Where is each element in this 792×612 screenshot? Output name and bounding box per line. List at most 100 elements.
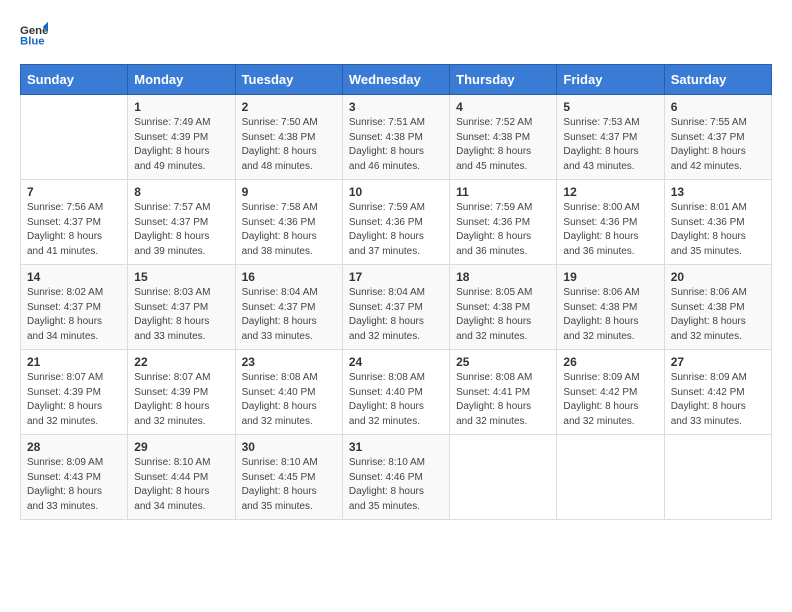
- day-info: Sunrise: 8:04 AM Sunset: 4:37 PM Dayligh…: [242, 286, 336, 344]
- day-info: Sunrise: 7:50 AM Sunset: 4:38 PM Dayligh…: [242, 116, 336, 174]
- day-info: Sunrise: 7:56 AM Sunset: 4:37 PM Dayligh…: [27, 201, 121, 259]
- day-number: 6: [671, 100, 765, 114]
- day-header-thursday: Thursday: [450, 65, 557, 95]
- day-header-tuesday: Tuesday: [235, 65, 342, 95]
- day-info: Sunrise: 8:08 AM Sunset: 4:40 PM Dayligh…: [242, 371, 336, 429]
- logo: General Blue: [20, 20, 52, 48]
- calendar-cell: 17 Sunrise: 8:04 AM Sunset: 4:37 PM Dayli…: [342, 265, 449, 350]
- day-number: 8: [134, 185, 228, 199]
- day-number: 9: [242, 185, 336, 199]
- day-number: 16: [242, 270, 336, 284]
- calendar-cell: 28 Sunrise: 8:09 AM Sunset: 4:43 PM Dayli…: [21, 435, 128, 520]
- calendar-cell: 18 Sunrise: 8:05 AM Sunset: 4:38 PM Dayli…: [450, 265, 557, 350]
- day-header-saturday: Saturday: [664, 65, 771, 95]
- day-number: 15: [134, 270, 228, 284]
- day-number: 10: [349, 185, 443, 199]
- day-info: Sunrise: 8:03 AM Sunset: 4:37 PM Dayligh…: [134, 286, 228, 344]
- calendar-cell: 31 Sunrise: 8:10 AM Sunset: 4:46 PM Dayli…: [342, 435, 449, 520]
- day-info: Sunrise: 8:04 AM Sunset: 4:37 PM Dayligh…: [349, 286, 443, 344]
- calendar-cell: 8 Sunrise: 7:57 AM Sunset: 4:37 PM Daylig…: [128, 180, 235, 265]
- calendar-cell: 15 Sunrise: 8:03 AM Sunset: 4:37 PM Dayli…: [128, 265, 235, 350]
- day-info: Sunrise: 7:51 AM Sunset: 4:38 PM Dayligh…: [349, 116, 443, 174]
- day-number: 18: [456, 270, 550, 284]
- day-number: 1: [134, 100, 228, 114]
- day-info: Sunrise: 7:52 AM Sunset: 4:38 PM Dayligh…: [456, 116, 550, 174]
- day-header-sunday: Sunday: [21, 65, 128, 95]
- day-number: 13: [671, 185, 765, 199]
- day-number: 22: [134, 355, 228, 369]
- day-number: 21: [27, 355, 121, 369]
- calendar-cell: 13 Sunrise: 8:01 AM Sunset: 4:36 PM Dayli…: [664, 180, 771, 265]
- day-number: 14: [27, 270, 121, 284]
- day-info: Sunrise: 8:08 AM Sunset: 4:41 PM Dayligh…: [456, 371, 550, 429]
- day-info: Sunrise: 8:09 AM Sunset: 4:43 PM Dayligh…: [27, 456, 121, 514]
- calendar-cell: 25 Sunrise: 8:08 AM Sunset: 4:41 PM Dayli…: [450, 350, 557, 435]
- calendar-cell: 20 Sunrise: 8:06 AM Sunset: 4:38 PM Dayli…: [664, 265, 771, 350]
- calendar-cell: 23 Sunrise: 8:08 AM Sunset: 4:40 PM Dayli…: [235, 350, 342, 435]
- day-info: Sunrise: 8:05 AM Sunset: 4:38 PM Dayligh…: [456, 286, 550, 344]
- day-info: Sunrise: 7:55 AM Sunset: 4:37 PM Dayligh…: [671, 116, 765, 174]
- day-info: Sunrise: 8:08 AM Sunset: 4:40 PM Dayligh…: [349, 371, 443, 429]
- day-info: Sunrise: 8:00 AM Sunset: 4:36 PM Dayligh…: [563, 201, 657, 259]
- day-number: 25: [456, 355, 550, 369]
- day-number: 7: [27, 185, 121, 199]
- calendar-cell: 9Sunrise: 7:58 AM Sunset: 4:36 PM Daylig…: [235, 180, 342, 265]
- svg-text:Blue: Blue: [20, 36, 45, 48]
- calendar-cell: 19 Sunrise: 8:06 AM Sunset: 4:38 PM Dayli…: [557, 265, 664, 350]
- calendar-cell: 10 Sunrise: 7:59 AM Sunset: 4:36 PM Dayli…: [342, 180, 449, 265]
- day-number: 17: [349, 270, 443, 284]
- calendar-cell: 12Sunrise: 8:00 AM Sunset: 4:36 PM Dayli…: [557, 180, 664, 265]
- day-info: Sunrise: 8:09 AM Sunset: 4:42 PM Dayligh…: [563, 371, 657, 429]
- day-number: 28: [27, 440, 121, 454]
- calendar-cell: 22 Sunrise: 8:07 AM Sunset: 4:39 PM Dayli…: [128, 350, 235, 435]
- calendar-cell: 6 Sunrise: 7:55 AM Sunset: 4:37 PM Daylig…: [664, 95, 771, 180]
- calendar-cell: 7 Sunrise: 7:56 AM Sunset: 4:37 PM Daylig…: [21, 180, 128, 265]
- day-number: 3: [349, 100, 443, 114]
- day-number: 31: [349, 440, 443, 454]
- day-info: Sunrise: 7:53 AM Sunset: 4:37 PM Dayligh…: [563, 116, 657, 174]
- day-number: 27: [671, 355, 765, 369]
- day-info: Sunrise: 8:01 AM Sunset: 4:36 PM Dayligh…: [671, 201, 765, 259]
- calendar-cell: 4 Sunrise: 7:52 AM Sunset: 4:38 PM Daylig…: [450, 95, 557, 180]
- day-number: 30: [242, 440, 336, 454]
- calendar-cell: 29 Sunrise: 8:10 AM Sunset: 4:44 PM Dayli…: [128, 435, 235, 520]
- calendar-cell: 2 Sunrise: 7:50 AM Sunset: 4:38 PM Daylig…: [235, 95, 342, 180]
- day-header-monday: Monday: [128, 65, 235, 95]
- day-info: Sunrise: 7:59 AM Sunset: 4:36 PM Dayligh…: [456, 201, 550, 259]
- day-header-wednesday: Wednesday: [342, 65, 449, 95]
- day-number: 19: [563, 270, 657, 284]
- day-number: 11: [456, 185, 550, 199]
- day-number: 29: [134, 440, 228, 454]
- calendar-cell: 21 Sunrise: 8:07 AM Sunset: 4:39 PM Dayli…: [21, 350, 128, 435]
- day-info: Sunrise: 8:07 AM Sunset: 4:39 PM Dayligh…: [27, 371, 121, 429]
- day-number: 23: [242, 355, 336, 369]
- calendar-cell: [450, 435, 557, 520]
- calendar-cell: 14 Sunrise: 8:02 AM Sunset: 4:37 PM Dayli…: [21, 265, 128, 350]
- day-number: 2: [242, 100, 336, 114]
- day-info: Sunrise: 8:10 AM Sunset: 4:46 PM Dayligh…: [349, 456, 443, 514]
- calendar-cell: 1 Sunrise: 7:49 AM Sunset: 4:39 PM Daylig…: [128, 95, 235, 180]
- day-info: Sunrise: 8:06 AM Sunset: 4:38 PM Dayligh…: [563, 286, 657, 344]
- day-number: 20: [671, 270, 765, 284]
- day-info: Sunrise: 7:59 AM Sunset: 4:36 PM Dayligh…: [349, 201, 443, 259]
- day-info: Sunrise: 8:09 AM Sunset: 4:42 PM Dayligh…: [671, 371, 765, 429]
- calendar-cell: 5Sunrise: 7:53 AM Sunset: 4:37 PM Daylig…: [557, 95, 664, 180]
- calendar-cell: [664, 435, 771, 520]
- day-number: 24: [349, 355, 443, 369]
- calendar-cell: 11 Sunrise: 7:59 AM Sunset: 4:36 PM Dayli…: [450, 180, 557, 265]
- day-info: Sunrise: 8:06 AM Sunset: 4:38 PM Dayligh…: [671, 286, 765, 344]
- page-header: General Blue: [20, 20, 772, 48]
- calendar-cell: [21, 95, 128, 180]
- day-info: Sunrise: 8:02 AM Sunset: 4:37 PM Dayligh…: [27, 286, 121, 344]
- day-info: Sunrise: 7:49 AM Sunset: 4:39 PM Dayligh…: [134, 116, 228, 174]
- calendar-table: SundayMondayTuesdayWednesdayThursdayFrid…: [20, 64, 772, 520]
- day-info: Sunrise: 7:57 AM Sunset: 4:37 PM Dayligh…: [134, 201, 228, 259]
- day-info: Sunrise: 8:10 AM Sunset: 4:44 PM Dayligh…: [134, 456, 228, 514]
- calendar-cell: [557, 435, 664, 520]
- day-number: 4: [456, 100, 550, 114]
- calendar-cell: 30Sunrise: 8:10 AM Sunset: 4:45 PM Dayli…: [235, 435, 342, 520]
- calendar-cell: 27 Sunrise: 8:09 AM Sunset: 4:42 PM Dayli…: [664, 350, 771, 435]
- logo-icon: General Blue: [20, 20, 48, 48]
- calendar-cell: 24 Sunrise: 8:08 AM Sunset: 4:40 PM Dayli…: [342, 350, 449, 435]
- day-info: Sunrise: 8:07 AM Sunset: 4:39 PM Dayligh…: [134, 371, 228, 429]
